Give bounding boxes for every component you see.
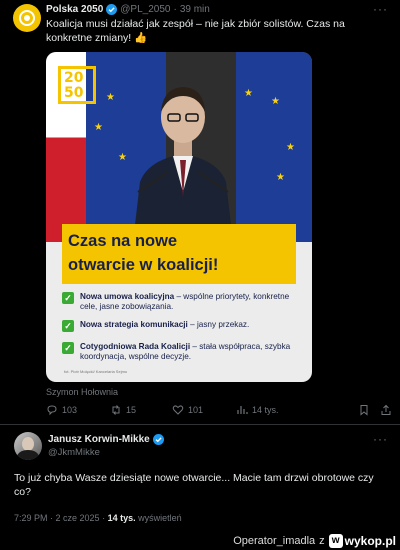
bookmark-icon: [360, 405, 368, 416]
tweet-actions: 103 15 101 14 tys.: [46, 404, 392, 418]
wykop-logo: w wykop.pl: [328, 534, 396, 548]
like-button[interactable]: 101: [172, 404, 203, 416]
repost-count: 15: [126, 405, 137, 415]
headline-line-2: otwarcie w koalicji!: [68, 256, 219, 274]
views-chart-icon: [237, 406, 248, 414]
tweet-image[interactable]: ★ ★ ★ ★ ★ ★ ★ 20 50 Czas na nowe otwarci…: [46, 52, 312, 382]
eu-flag-right: [236, 52, 312, 242]
post-time[interactable]: 39 min: [180, 4, 210, 15]
watermark-z: z: [319, 535, 325, 547]
avatar[interactable]: [14, 432, 42, 460]
reply-count: 103: [62, 405, 78, 415]
verified-badge-icon: [106, 4, 118, 15]
photo-background: ★ ★ ★ ★ ★ ★ ★ 20 50: [46, 52, 312, 242]
sunflower-icon: [19, 10, 35, 26]
verified-badge-icon: [152, 434, 164, 445]
tweet-header: Janusz Korwin-Mikke: [48, 434, 164, 445]
tweet-polska-2050[interactable]: Polska 2050 @PL_2050 · 39 min ··· Koalic…: [0, 0, 400, 418]
views-label: wyświetleń: [138, 513, 182, 523]
bookmark-button[interactable]: [358, 404, 370, 416]
author-name[interactable]: Janusz Korwin-Mikke: [48, 434, 150, 445]
image-caption: Szymon Hołownia: [46, 387, 119, 397]
author-name[interactable]: Polska 2050: [46, 4, 103, 15]
tweet-reply[interactable]: Janusz Korwin-Mikke @JkmMikke ··· To już…: [0, 425, 400, 533]
post-date[interactable]: 2 cze 2025: [56, 513, 100, 523]
author-handle[interactable]: @JkmMikke: [48, 447, 100, 458]
more-options-icon[interactable]: ···: [373, 2, 388, 16]
reply-icon: [47, 405, 57, 416]
share-button[interactable]: [380, 404, 392, 416]
checkmark-icon: ✓: [62, 292, 74, 304]
heart-icon: [172, 405, 184, 415]
wykop-logo-icon: w: [328, 534, 343, 548]
photo-credit: fot. Piotr Molęcki/ Kancelaria Sejmu: [64, 369, 128, 374]
views-count: 14 tys.: [107, 513, 136, 523]
share-icon: [381, 404, 391, 415]
like-count: 101: [188, 405, 204, 415]
checkmark-icon: ✓: [62, 320, 74, 332]
avatar[interactable]: [13, 4, 41, 32]
views-count: 14 tys.: [252, 405, 279, 415]
tweet-text: To już chyba Wasze dziesiąte nowe otwarc…: [14, 472, 374, 498]
checkmark-icon: ✓: [62, 342, 74, 354]
repost-icon: [112, 405, 120, 415]
views-button[interactable]: 14 tys.: [236, 404, 279, 416]
repost-button[interactable]: 15: [110, 404, 136, 416]
wykop-watermark: Operator_imadla z w wykop.pl: [233, 532, 396, 550]
dot-separator: ·: [173, 4, 177, 15]
headline-banner: Czas na nowe otwarcie w koalicji!: [62, 224, 296, 284]
tweet-text: Koalicja musi działać jak zespół – nie j…: [46, 18, 345, 44]
more-options-icon[interactable]: ···: [373, 432, 388, 446]
watermark-user: Operator_imadla: [233, 535, 316, 547]
headline-line-1: Czas na nowe: [68, 232, 178, 250]
author-handle[interactable]: @PL_2050: [120, 4, 170, 15]
speaker-photo: [133, 87, 233, 242]
reply-button[interactable]: 103: [46, 404, 77, 416]
polska-2050-logo: 20 50: [58, 66, 96, 104]
watermark-site: wykop.pl: [344, 534, 396, 548]
tweet-header: Polska 2050 @PL_2050 · 39 min: [46, 4, 210, 15]
post-time[interactable]: 7:29 PM: [14, 513, 48, 523]
tweet-meta: 7:29 PM · 2 cze 2025 · 14 tys. wyświetle…: [14, 513, 182, 523]
